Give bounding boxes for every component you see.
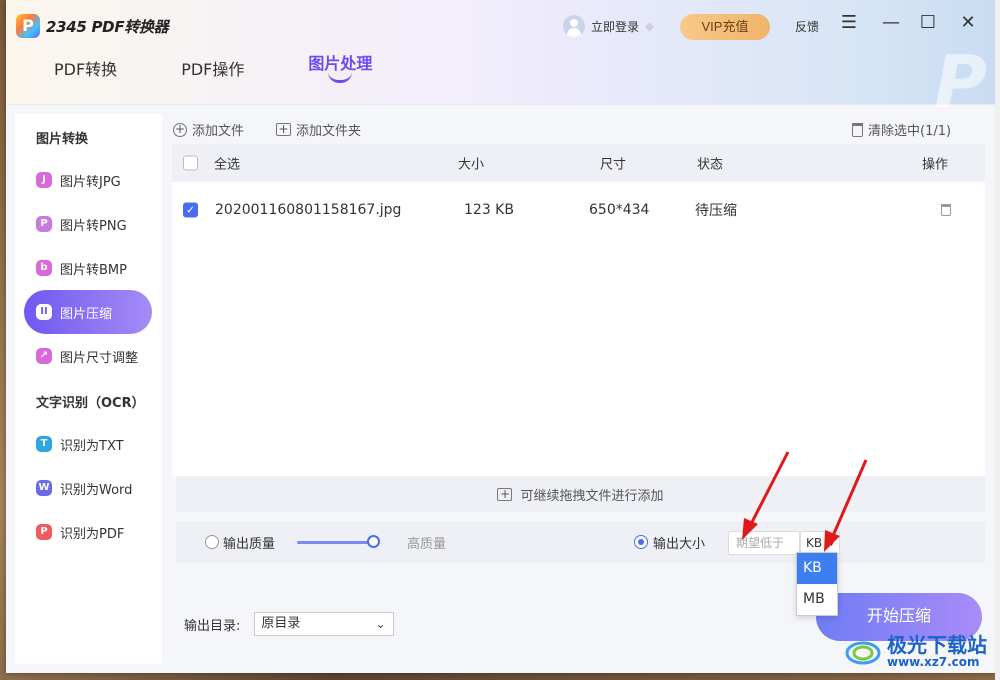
header-size: 大小 — [458, 157, 485, 173]
add-more-icon: + — [497, 487, 513, 501]
avatar-icon — [563, 15, 585, 37]
add-folder-button[interactable]: + 添加文件夹 — [276, 120, 361, 139]
app-window: P P 2345 PDF转换器 立即登录 ◆ VIP充值 反馈 ☰ — ☐ ✕ … — [6, 0, 995, 673]
file-size: 123 KB — [464, 202, 514, 218]
table-header: 全选 大小 尺寸 状态 操作 — [172, 144, 985, 182]
tab-pdf-convert[interactable]: PDF转换 — [54, 56, 117, 80]
vip-button[interactable]: VIP充值 — [680, 14, 770, 40]
unit-option-mb[interactable]: MB — [797, 584, 837, 615]
row-checkbox[interactable]: ✓ — [183, 202, 198, 218]
sidebar-item-ocr-txt[interactable]: T 识别为TXT — [24, 422, 152, 466]
main-content: + 添加文件 + 添加文件夹 清除选中(1/1) 全选 大小 尺寸 状态 操作 … — [172, 114, 985, 664]
sidebar-item-label: 图片转BMP — [60, 262, 127, 278]
menu-icon[interactable]: ☰ — [838, 12, 860, 34]
login-area[interactable]: 立即登录 ◆ — [563, 15, 654, 37]
section-image-convert: 图片转换 — [36, 132, 89, 147]
site-name: 极光下载站 — [887, 633, 987, 657]
header-dimension: 尺寸 — [600, 157, 627, 173]
tab-pdf-operate[interactable]: PDF操作 — [181, 56, 244, 80]
app-logo-icon: P — [16, 14, 40, 38]
table-row[interactable]: ✓ 202001160801158167.jpg 123 KB 650*434 … — [172, 190, 985, 230]
add-folder-label: 添加文件夹 — [296, 124, 362, 139]
txt-icon: T — [36, 436, 52, 452]
site-watermark: 极光下载站 www.xz7.com — [845, 635, 987, 669]
site-logo-icon — [845, 641, 881, 665]
quality-slider-handle[interactable] — [367, 535, 380, 548]
quality-label: 输出质量 — [223, 537, 276, 552]
sidebar-item-resize[interactable]: ↗ 图片尺寸调整 — [24, 334, 152, 378]
clear-selected-label: 清除选中(1/1) — [868, 124, 952, 139]
delete-row-icon[interactable] — [941, 204, 951, 216]
header: P P 2345 PDF转换器 立即登录 ◆ VIP充值 反馈 ☰ — ☐ ✕ … — [6, 0, 995, 124]
select-all-checkbox[interactable] — [183, 155, 198, 171]
background-window-edge — [995, 0, 1000, 680]
bmp-icon: b — [36, 260, 52, 276]
sidebar-item-compress[interactable]: II 图片压缩 — [24, 290, 152, 334]
sidebar-item-to-bmp[interactable]: b 图片转BMP — [24, 246, 152, 290]
quality-radio[interactable] — [205, 535, 219, 549]
sidebar-item-label: 识别为Word — [60, 482, 133, 498]
minimize-icon[interactable]: — — [880, 12, 902, 34]
sidebar-item-ocr-word[interactable]: W 识别为Word — [24, 466, 152, 510]
trash-icon — [852, 122, 863, 137]
output-dir-value: 原目录 — [261, 616, 301, 631]
unit-dropdown: KB MB — [796, 552, 838, 616]
dropzone-hint: 可继续拖拽文件进行添加 — [520, 488, 664, 504]
feedback-link[interactable]: 反馈 — [795, 18, 819, 35]
size-radio[interactable] — [634, 535, 648, 549]
maximize-icon[interactable]: ☐ — [917, 12, 939, 34]
add-file-label: 添加文件 — [192, 124, 245, 139]
size-label: 输出大小 — [653, 537, 706, 552]
site-url: www.xz7.com — [887, 655, 980, 669]
annotation-arrow-2 — [824, 459, 868, 552]
file-dimension: 650*434 — [589, 202, 650, 218]
header-status: 状态 — [697, 157, 724, 173]
file-toolbar: + 添加文件 + 添加文件夹 清除选中(1/1) — [172, 120, 985, 139]
sidebar-item-label: 识别为TXT — [60, 438, 124, 454]
header-action: 操作 — [922, 157, 949, 173]
sidebar-item-label: 图片转JPG — [60, 174, 121, 190]
login-link[interactable]: 立即登录 — [591, 18, 639, 35]
main-tabs: PDF转换 PDF操作 图片处理 — [54, 54, 372, 83]
unit-option-kb[interactable]: KB — [797, 553, 837, 584]
app-logo: P 2345 PDF转换器 — [16, 14, 169, 38]
sidebar-item-label: 图片压缩 — [60, 306, 113, 322]
sidebar-item-to-jpg[interactable]: J 图片转JPG — [24, 158, 152, 202]
sidebar-item-to-png[interactable]: P 图片转PNG — [24, 202, 152, 246]
tab-image-process[interactable]: 图片处理 — [308, 50, 372, 83]
pdf-icon: P — [36, 524, 52, 540]
clear-selected-button[interactable]: 清除选中(1/1) — [852, 120, 951, 139]
pdf-watermark-icon: P — [934, 40, 987, 124]
sidebar: 图片转换 J 图片转JPG P 图片转PNG b 图片转BMP II 图片压缩 … — [15, 114, 162, 664]
quality-slider-track[interactable] — [297, 541, 373, 544]
diamond-icon: ◆ — [645, 19, 655, 33]
sidebar-item-ocr-pdf[interactable]: P 识别为PDF — [24, 510, 152, 554]
word-icon: W — [36, 480, 52, 496]
add-folder-icon: + — [276, 123, 291, 136]
sidebar-item-label: 图片转PNG — [60, 218, 127, 234]
file-name: 202001160801158167.jpg — [215, 202, 402, 218]
annotation-arrow-1 — [742, 451, 790, 540]
file-status: 待压缩 — [695, 203, 737, 219]
jpg-icon: J — [36, 172, 52, 188]
close-icon[interactable]: ✕ — [957, 12, 979, 34]
compress-icon: II — [36, 304, 52, 320]
add-file-button[interactable]: + 添加文件 — [173, 120, 244, 139]
output-dir-select[interactable]: 原目录 ⌄ — [254, 612, 395, 636]
header-select-all: 全选 — [214, 157, 241, 173]
png-icon: P — [36, 216, 52, 232]
sidebar-item-label: 图片尺寸调整 — [60, 350, 139, 366]
output-dir-label: 输出目录: — [184, 618, 241, 634]
output-directory: 输出目录: 原目录 ⌄ — [184, 612, 395, 636]
app-title: 2345 PDF转换器 — [46, 17, 169, 36]
resize-icon: ↗ — [36, 348, 52, 364]
chevron-down-icon: ⌄ — [375, 617, 386, 631]
quality-level: 高质量 — [407, 537, 447, 552]
sidebar-item-label: 识别为PDF — [60, 526, 125, 542]
add-circle-icon: + — [173, 121, 187, 137]
section-ocr: 文字识别（OCR） — [36, 396, 145, 411]
